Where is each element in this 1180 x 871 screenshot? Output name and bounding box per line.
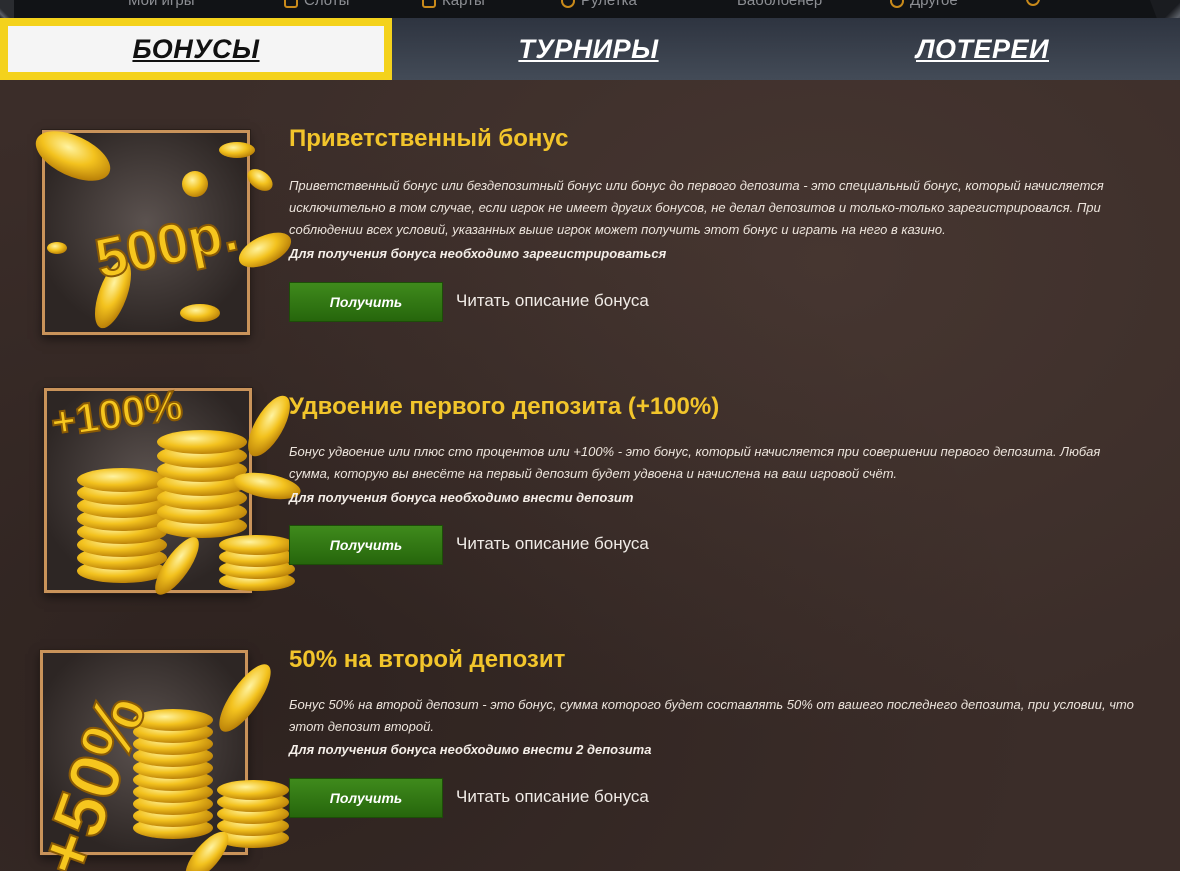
nav-item-other-games[interactable]: Бабблбенер xyxy=(737,0,822,9)
bonus-requirement: Для получения бонуса необходимо внести 2… xyxy=(289,742,652,757)
bonus-image-text: 500р. xyxy=(90,199,243,290)
nav-label: Слоты xyxy=(304,0,350,9)
bonus-description: Бонус 50% на второй депозит - это бонус,… xyxy=(289,697,1134,734)
tab-label: ТУРНИРЫ xyxy=(518,33,659,64)
bonus-title: Удвоение первого депозита (+100%) xyxy=(289,393,720,420)
cards-icon xyxy=(422,0,436,8)
nav-item-roulette[interactable]: Рулетка xyxy=(561,0,637,9)
bonus-image-100: +100% xyxy=(44,380,301,595)
nav-label: Карты xyxy=(442,0,485,9)
nav-label: Рулетка xyxy=(581,0,637,9)
tab-tournaments[interactable]: ТУРНИРЫ xyxy=(392,18,785,80)
tab-bar: БОНУСЫ ТУРНИРЫ ЛОТЕРЕИ xyxy=(0,18,1180,80)
read-bonus-description-link[interactable]: Читать описание бонуса xyxy=(456,291,649,311)
search-icon xyxy=(1026,0,1040,6)
roulette-icon xyxy=(561,0,575,8)
other-icon xyxy=(890,0,904,8)
get-bonus-button[interactable]: Получить xyxy=(289,778,443,818)
get-bonus-button[interactable]: Получить xyxy=(289,282,443,322)
nav-item-my-games[interactable]: Мои игры xyxy=(128,0,195,9)
nav-item-slots[interactable]: Слоты xyxy=(284,0,349,9)
nav-item-other[interactable]: Другое xyxy=(890,0,958,9)
nav-item-cards[interactable]: Карты xyxy=(422,0,485,9)
bonus-requirement: Для получения бонуса необходимо зарегист… xyxy=(289,246,667,261)
tab-bonuses[interactable]: БОНУСЫ xyxy=(0,18,392,80)
nav-label: Мои игры xyxy=(128,0,195,9)
tab-label: БОНУСЫ xyxy=(8,26,384,72)
bonus-image-50: +50% xyxy=(22,650,289,871)
tab-label: ЛОТЕРЕИ xyxy=(916,33,1049,64)
coins-illustration: 500р. xyxy=(35,131,292,329)
top-navigation: Мои игры Слоты Карты Рулетка Бабблбенер … xyxy=(0,0,1180,18)
read-bonus-description-link[interactable]: Читать описание бонуса xyxy=(456,534,649,554)
coins-illustration: +50% xyxy=(22,664,289,871)
bonus-title: 50% на второй депозит xyxy=(289,646,566,673)
bonus-requirement: Для получения бонуса необходимо внести д… xyxy=(289,490,634,505)
slots-icon xyxy=(284,0,298,8)
nav-label: Бабблбенер xyxy=(737,0,823,9)
read-bonus-description-link[interactable]: Читать описание бонуса xyxy=(456,787,649,807)
nav-label: Другое xyxy=(910,0,958,9)
get-bonus-button[interactable]: Получить xyxy=(289,525,443,565)
coins-illustration: +100% xyxy=(47,380,301,595)
search-button[interactable] xyxy=(1026,0,1040,6)
bonus-title: Приветственный бонус xyxy=(289,125,569,152)
bonus-description: Бонус удвоение или плюс сто процентов ил… xyxy=(289,444,1101,481)
tab-lotteries[interactable]: ЛОТЕРЕИ xyxy=(785,18,1180,80)
bonus-image-500: 500р. xyxy=(35,130,292,335)
bonus-description: Приветственный бонус или бездепозитный б… xyxy=(289,178,1104,237)
